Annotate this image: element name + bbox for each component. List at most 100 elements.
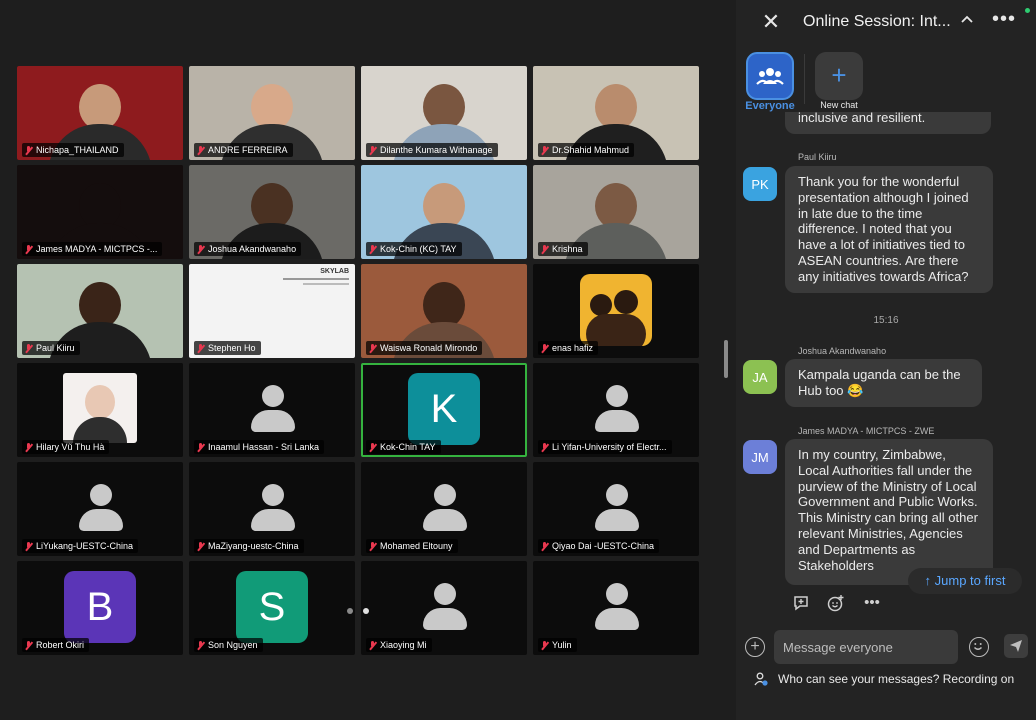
default-avatar-icon — [251, 385, 295, 439]
profile-picture — [580, 274, 652, 346]
jump-to-first-button[interactable]: ↑ Jump to first — [908, 568, 1022, 594]
message-bubble: Thank you for the wonderful presentation… — [785, 166, 993, 293]
participant-tile[interactable]: MaZiyang-uestc-China — [189, 462, 355, 556]
participant-name: Xiaoying Mi — [380, 640, 427, 650]
participant-tile[interactable]: Yulin — [533, 561, 699, 655]
message-bubble: In my country, Zimbabwe, Local Authoriti… — [785, 439, 993, 585]
message-text: inclusive and resilient. — [798, 112, 926, 125]
emoji-icon[interactable] — [969, 637, 989, 657]
participant-tile[interactable]: Hilary Vũ Thu Hà — [17, 363, 183, 457]
send-icon[interactable] — [1004, 634, 1028, 658]
new-chat-button[interactable]: + — [815, 52, 863, 100]
message-bubble: Kampala uganda can be the Hub too 😂 — [785, 359, 982, 407]
channel-everyone-button[interactable] — [746, 52, 794, 100]
participant-tile[interactable]: Nichapa_THAILAND — [17, 66, 183, 160]
participant-tile[interactable]: LiYukang-UESTC-China — [17, 462, 183, 556]
message-text: Thank you for the wonderful presentation… — [798, 174, 969, 284]
mic-muted-icon — [369, 541, 376, 551]
participant-name: Dilanthe Kumara Withanage — [380, 145, 493, 155]
participant-tile[interactable]: James MADYA - MICTPCS -... — [17, 165, 183, 259]
message-sender: Paul Kiiru — [798, 152, 837, 162]
participant-name: Paul Kiiru — [36, 343, 75, 353]
participant-tile[interactable]: Mohamed Eltouny — [361, 462, 527, 556]
participant-tile[interactable]: Inaamul Hassan - Sri Lanka — [189, 363, 355, 457]
more-options-icon[interactable]: ••• — [992, 8, 1016, 32]
participant-tile[interactable]: Qiyao Dai -UESTC-China — [533, 462, 699, 556]
panel-resize-handle[interactable] — [724, 340, 728, 378]
participant-tile[interactable]: K Kok-Chin TAY — [361, 363, 527, 457]
add-attachment-icon[interactable]: + — [745, 637, 765, 657]
participant-name-label: Krishna — [538, 242, 588, 256]
participant-name: Kok-Chin TAY — [380, 442, 436, 452]
add-reaction-icon[interactable] — [826, 594, 846, 612]
participant-name-label: Li Yifan-University of Electr... — [538, 440, 672, 454]
reply-icon[interactable] — [791, 594, 811, 612]
message-visibility-info[interactable]: Who can see your messages? Recording on — [754, 672, 1014, 686]
participant-tile[interactable]: S Son Nguyen — [189, 561, 355, 655]
default-avatar-icon — [79, 484, 123, 538]
participant-tile[interactable]: ANDRE FERREIRA — [189, 66, 355, 160]
mic-muted-icon — [369, 145, 376, 155]
participant-name: LiYukang-UESTC-China — [36, 541, 134, 551]
participant-tile[interactable]: Joshua Akandwanaho — [189, 165, 355, 259]
participant-tile[interactable]: Li Yifan-University of Electr... — [533, 363, 699, 457]
participant-tile[interactable]: SKYLAB Stephen Ho — [189, 264, 355, 358]
participant-name: Inaamul Hassan - Sri Lanka — [208, 442, 320, 452]
mic-muted-icon — [197, 640, 204, 650]
page-dot-2[interactable] — [363, 608, 369, 614]
participant-name-label: Yulin — [538, 638, 577, 652]
mic-muted-icon — [541, 640, 548, 650]
page-dot-1[interactable] — [347, 608, 353, 614]
participant-tile[interactable]: Xiaoying Mi — [361, 561, 527, 655]
participant-tile[interactable]: Dilanthe Kumara Withanage — [361, 66, 527, 160]
participant-name: Kok-Chin (KC) TAY — [380, 244, 457, 254]
participant-name: Dr.Shahid Mahmud — [552, 145, 630, 155]
chevron-up-icon[interactable] — [958, 12, 976, 30]
close-icon[interactable]: ✕ — [760, 11, 782, 33]
message-input[interactable] — [774, 630, 958, 664]
participant-tile[interactable]: B Robert Okiri — [17, 561, 183, 655]
participant-name-label: enas hafiz — [538, 341, 599, 355]
participant-name-label: Paul Kiiru — [22, 341, 80, 355]
panel-title: Online Session: Int... — [803, 13, 951, 30]
default-avatar-icon — [423, 484, 467, 538]
message-text: Kampala uganda can be the Hub too 😂 — [798, 367, 961, 398]
participant-name-label: James MADYA - MICTPCS -... — [22, 242, 163, 256]
message-bubble: inclusive and resilient. — [785, 112, 991, 134]
video-gallery: Nichapa_THAILAND ANDRE FERREIRA Dilanthe K… — [17, 66, 701, 655]
participant-name-label: Hilary Vũ Thu Hà — [22, 440, 110, 454]
panel-header: ✕ Online Session: Int... ••• — [736, 0, 1036, 44]
participant-name-label: MaZiyang-uestc-China — [194, 539, 304, 553]
participant-name: Mohamed Eltouny — [380, 541, 453, 551]
participant-name-label: Mohamed Eltouny — [366, 539, 458, 553]
participant-tile[interactable]: Krishna — [533, 165, 699, 259]
participant-name: Robert Okiri — [36, 640, 85, 650]
participant-name: Hilary Vũ Thu Hà — [36, 442, 105, 452]
participant-tile[interactable]: Kok-Chin (KC) TAY — [361, 165, 527, 259]
participant-tile[interactable]: enas hafiz — [533, 264, 699, 358]
mic-muted-icon — [541, 145, 548, 155]
mic-muted-icon — [197, 244, 204, 254]
participant-tile[interactable]: Dr.Shahid Mahmud — [533, 66, 699, 160]
avatar: PK — [743, 167, 777, 201]
default-avatar-icon — [595, 484, 639, 538]
participant-tile[interactable]: Paul Kiiru — [17, 264, 183, 358]
people-icon — [756, 68, 784, 85]
participant-name: Nichapa_THAILAND — [36, 145, 119, 155]
more-actions-icon[interactable]: ••• — [862, 594, 882, 612]
participant-name: Qiyao Dai -UESTC-China — [552, 541, 655, 551]
channel-everyone-label: Everyone — [745, 100, 795, 112]
mic-muted-icon — [197, 145, 204, 155]
participant-name-label: Kok-Chin TAY — [366, 440, 441, 454]
message-text: In my country, Zimbabwe, Local Authoriti… — [798, 447, 978, 573]
slide-title: SKYLAB — [320, 268, 349, 275]
participant-name: Yulin — [552, 640, 572, 650]
mic-muted-icon — [541, 541, 548, 551]
avatar: JM — [743, 440, 777, 474]
message-composer: + — [736, 630, 1036, 666]
mic-muted-icon — [369, 640, 376, 650]
participant-tile[interactable]: Waiswa Ronald Mirondo — [361, 264, 527, 358]
plus-icon: + — [831, 60, 847, 90]
mic-muted-icon — [369, 442, 376, 452]
mic-muted-icon — [25, 244, 32, 254]
